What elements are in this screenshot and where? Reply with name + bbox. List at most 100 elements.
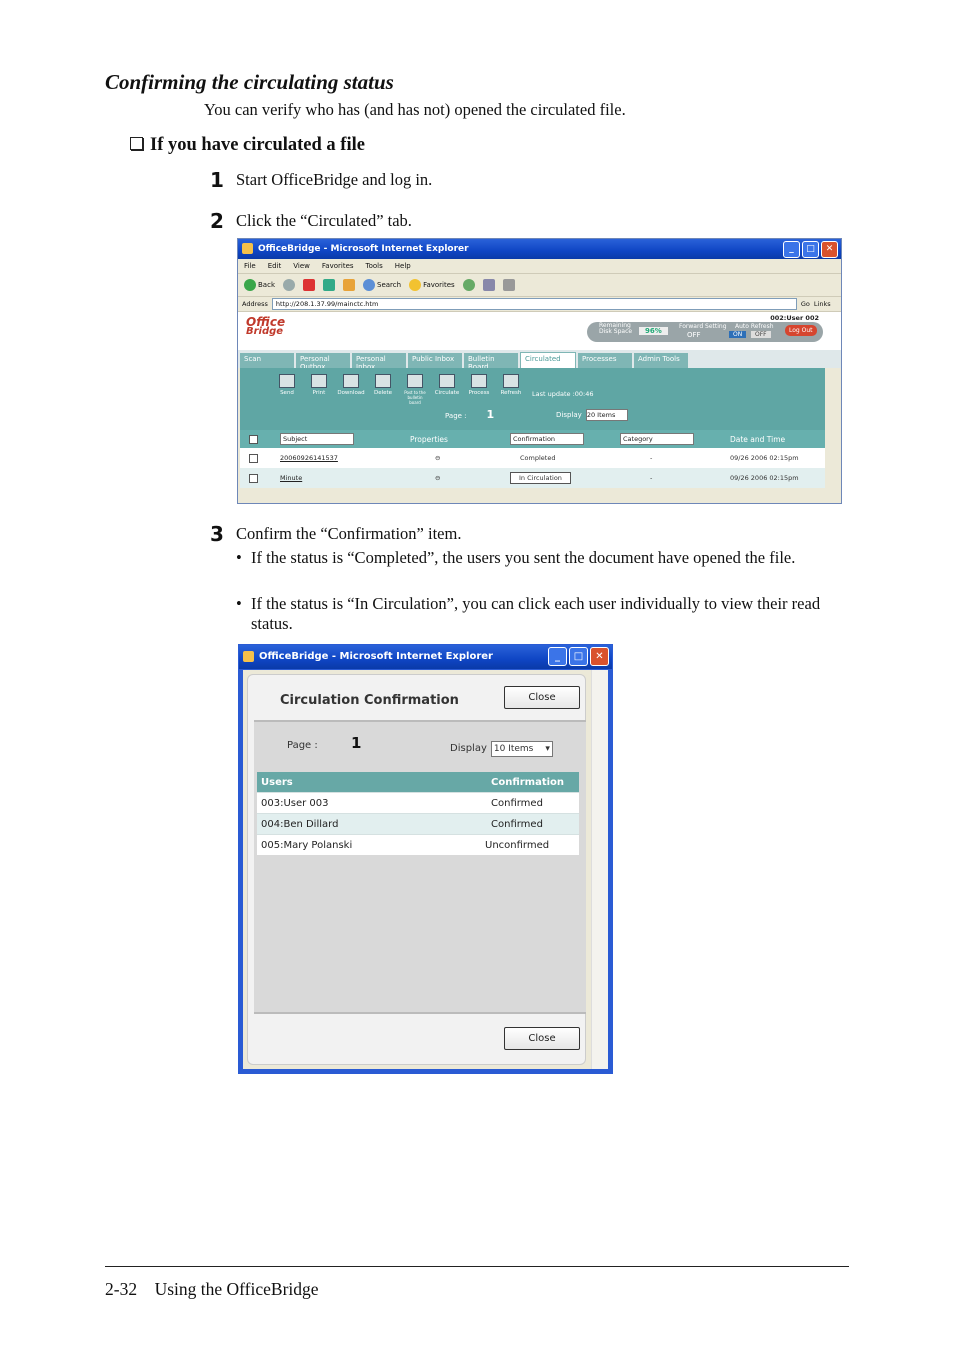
- table-row[interactable]: 004:Ben Dillard Confirmed: [257, 813, 579, 834]
- page-number: 1: [486, 408, 495, 421]
- display-select[interactable]: 20 Items: [585, 409, 628, 421]
- forward-icon[interactable]: [283, 279, 295, 291]
- stop-icon[interactable]: [303, 279, 315, 291]
- menu-edit[interactable]: Edit: [268, 259, 282, 273]
- category-sort-select[interactable]: Category: [620, 433, 694, 445]
- pin-icon: [407, 374, 423, 388]
- go-button[interactable]: Go: [801, 300, 810, 308]
- page-indicator: Page : 1: [445, 408, 494, 421]
- tab-circulated[interactable]: Circulated: [520, 352, 576, 368]
- download-button[interactable]: Download: [337, 374, 365, 405]
- circulate-button[interactable]: Circulate: [435, 374, 459, 405]
- print-button[interactable]: Print: [308, 374, 330, 405]
- select-all-checkbox[interactable]: [249, 434, 258, 444]
- address-bar: Address http://208.1.37.99/mainctc.htm G…: [238, 297, 841, 312]
- tab-bulletin-board[interactable]: Bulletin Board: [464, 353, 518, 368]
- table-row[interactable]: 003:User 003 Confirmed: [257, 792, 579, 813]
- bullet-item: • If the status is “In Circulation”, you …: [236, 594, 846, 634]
- refresh-button[interactable]: Refresh: [500, 374, 522, 405]
- post-bulletin-label: Post to the bulletin board: [404, 390, 426, 405]
- menu-favorites[interactable]: Favorites: [322, 259, 354, 273]
- subject-link[interactable]: Minute: [280, 474, 410, 482]
- process-button[interactable]: Process: [468, 374, 490, 405]
- display-select[interactable]: 10 Items: [490, 741, 553, 757]
- remaining-label: Remaining Disk Space: [599, 322, 633, 335]
- user-name[interactable]: 004:Ben Dillard: [257, 819, 471, 830]
- officebridge-logo: Office Bridge: [246, 316, 285, 337]
- print-icon[interactable]: [502, 279, 515, 291]
- favorites-button[interactable]: Favorites: [409, 279, 455, 291]
- category-value: -: [650, 454, 653, 462]
- close-icon[interactable]: ✕: [590, 647, 609, 666]
- tab-scan[interactable]: Scan: [240, 353, 294, 368]
- confirmation-table: Users Confirmation 003:User 003 Confirmed …: [257, 772, 579, 855]
- dialog-title: Circulation Confirmation: [280, 693, 459, 708]
- footer-rule: [105, 1266, 849, 1267]
- history-icon[interactable]: [462, 279, 475, 291]
- table-header: Subject Properties Confirmation Category…: [240, 430, 825, 448]
- confirmation-status: Completed: [520, 454, 556, 462]
- search-icon: [363, 279, 375, 291]
- subject-sort-select[interactable]: Subject: [280, 433, 354, 445]
- auto-refresh-off[interactable]: OFF: [751, 331, 771, 338]
- scrollbar[interactable]: [591, 670, 608, 1069]
- auto-refresh-on[interactable]: ON: [729, 331, 747, 338]
- confirmation-sort-select[interactable]: Confirmation: [510, 433, 584, 445]
- confirmation-header: Confirmation: [491, 776, 565, 788]
- row-checkbox[interactable]: [249, 473, 258, 483]
- minimize-icon[interactable]: _: [783, 241, 800, 258]
- minimize-icon[interactable]: _: [548, 647, 567, 666]
- tab-admin-tools[interactable]: Admin Tools: [634, 353, 688, 368]
- close-button-top[interactable]: Close: [504, 686, 580, 709]
- category-value: -: [650, 474, 653, 482]
- links-label[interactable]: Links: [814, 300, 831, 308]
- tab-public-inbox[interactable]: Public Inbox: [408, 353, 462, 368]
- section-title: Confirming the circulating status: [105, 70, 394, 94]
- back-label: Back: [258, 281, 275, 289]
- search-button[interactable]: Search: [363, 279, 401, 291]
- home-icon[interactable]: [343, 279, 355, 291]
- send-button[interactable]: Send: [276, 374, 298, 405]
- post-bulletin-button[interactable]: Post to the bulletin board: [404, 374, 426, 405]
- search-label: Search: [377, 281, 402, 289]
- refresh-icon: [503, 374, 519, 388]
- maximize-icon[interactable]: □: [569, 647, 588, 666]
- row-checkbox[interactable]: [249, 453, 258, 463]
- close-button-bottom[interactable]: Close: [504, 1027, 580, 1050]
- forward-off[interactable]: OFF: [687, 331, 701, 339]
- display-label: Display: [556, 411, 582, 419]
- bullet-text: If the status is “Completed”, the users …: [251, 548, 796, 567]
- menu-help[interactable]: Help: [395, 259, 411, 273]
- logout-button[interactable]: Log Out: [785, 325, 817, 336]
- tab-personal-inbox[interactable]: Personal Inbox: [352, 353, 406, 368]
- step-text: Start OfficeBridge and log in.: [236, 170, 433, 189]
- delete-button[interactable]: Delete: [372, 374, 394, 405]
- users-header: Users: [261, 776, 293, 788]
- menu-tools[interactable]: Tools: [366, 259, 383, 273]
- process-label: Process: [468, 390, 490, 396]
- action-panel: Send Print Download Delete Post to the b…: [240, 368, 825, 430]
- tab-processes[interactable]: Processes: [578, 353, 632, 368]
- user-name[interactable]: 003:User 003: [257, 798, 471, 809]
- page-footer: 2-32 Using the OfficeBridge: [105, 1279, 319, 1299]
- delete-icon: [375, 374, 391, 388]
- maximize-icon[interactable]: □: [802, 241, 819, 258]
- checkbox-bullet-icon: [130, 137, 143, 150]
- subject-link[interactable]: 20060926141537: [280, 454, 410, 462]
- user-name[interactable]: 005:Mary Polanski: [257, 840, 471, 851]
- properties-icon[interactable]: ⊖: [410, 454, 510, 462]
- date-value: 09/26 2006 02:15pm: [730, 454, 799, 462]
- tab-personal-outbox[interactable]: Personal Outbox: [296, 353, 350, 368]
- confirmation-dialog-screenshot: OfficeBridge - Microsoft Internet Explor…: [238, 644, 613, 1074]
- menu-file[interactable]: File: [244, 259, 256, 273]
- in-circulation-button[interactable]: In Circulation: [510, 472, 571, 484]
- address-input[interactable]: http://208.1.37.99/mainctc.htm: [271, 298, 797, 310]
- table-row[interactable]: 005:Mary Polanski Unconfirmed: [257, 834, 579, 855]
- close-icon[interactable]: ✕: [821, 241, 838, 258]
- star-icon: [409, 279, 422, 291]
- menu-view[interactable]: View: [293, 259, 310, 273]
- back-button[interactable]: Back: [244, 279, 275, 291]
- mail-icon[interactable]: [482, 279, 495, 291]
- refresh-icon[interactable]: [323, 279, 335, 291]
- properties-icon[interactable]: ⊖: [410, 474, 510, 482]
